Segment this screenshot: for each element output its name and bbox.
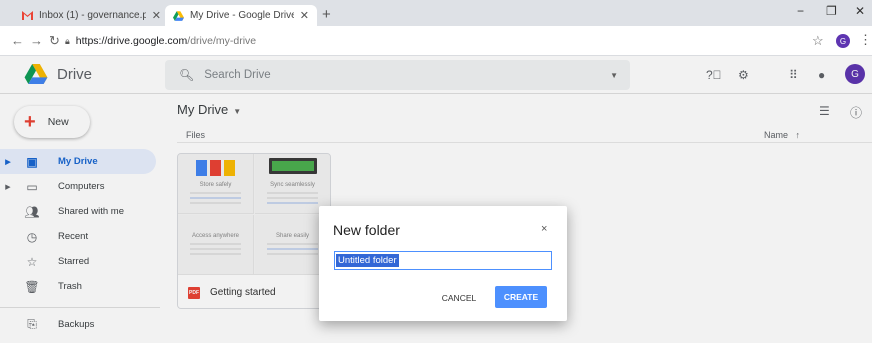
selected-text: Untitled folder (336, 254, 399, 267)
tab-bar: Inbox (1) - governance.pacc@go ✕ My Driv… (0, 0, 872, 26)
create-button[interactable]: CREATE (495, 286, 547, 308)
screen: Inbox (1) - governance.pacc@go ✕ My Driv… (0, 0, 872, 343)
cancel-button[interactable]: CANCEL (436, 287, 482, 309)
forward-arrow-icon[interactable]: → (30, 33, 43, 48)
browser-menu-icon[interactable]: ⋮ (859, 32, 872, 48)
bookmark-star-icon[interactable]: ☆ (812, 33, 824, 49)
close-tab-icon[interactable]: ✕ (300, 9, 309, 22)
minimize-button[interactable]: − (797, 4, 804, 18)
url-field[interactable]: 🔒︎ https://drive.google.com/drive/my-dri… (65, 30, 825, 52)
url-path: /drive/my-drive (187, 35, 257, 47)
new-folder-dialog: New folder × Untitled folder CANCEL CREA… (319, 206, 567, 321)
restore-button[interactable]: ❐ (826, 4, 837, 18)
close-icon[interactable]: × (541, 223, 547, 235)
close-window-button[interactable]: ✕ (855, 4, 865, 18)
close-tab-icon[interactable]: ✕ (152, 9, 161, 22)
tab-title: My Drive - Google Drive (190, 10, 294, 21)
address-bar: ← → ↻ 🔒︎ https://drive.google.com/drive/… (0, 26, 872, 56)
dialog-title: New folder (333, 222, 400, 238)
reload-icon[interactable]: ↻ (49, 33, 60, 49)
url-host: https://drive.google.com (75, 35, 188, 47)
back-arrow-icon[interactable]: ← (11, 33, 24, 48)
gmail-icon (22, 10, 33, 21)
browser-profile-avatar[interactable]: G (836, 34, 850, 48)
tab-drive[interactable]: My Drive - Google Drive ✕ (165, 5, 317, 26)
lock-icon: 🔒︎ (65, 35, 70, 46)
tab-gmail[interactable]: Inbox (1) - governance.pacc@go ✕ (14, 5, 169, 26)
google-drive-icon (173, 10, 184, 21)
new-tab-button[interactable]: + (322, 6, 331, 23)
tab-title: Inbox (1) - governance.pacc@go (39, 10, 146, 21)
